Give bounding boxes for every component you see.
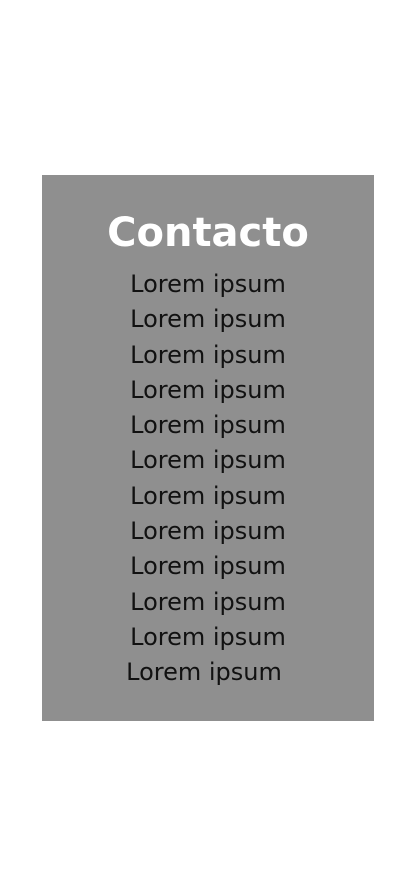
- contact-line: Lorem ipsum: [130, 375, 286, 404]
- contact-card: Contacto Lorem ipsum Lorem ipsum Lorem i…: [42, 175, 374, 721]
- contact-line: Lorem ipsum: [130, 552, 286, 581]
- contact-line: Lorem ipsum: [130, 340, 286, 369]
- contact-line: Lorem ipsum: [130, 622, 286, 651]
- contact-line: Lorem ipsum: [130, 481, 286, 510]
- contact-line: Lorem ipsum: [130, 305, 286, 334]
- contact-title: Contacto: [107, 210, 309, 256]
- contact-line: Lorem ipsum: [130, 446, 286, 475]
- contact-line: Lorem ipsum: [130, 270, 286, 298]
- contact-line: Lorem ipsum: [130, 411, 286, 440]
- contact-lines: Lorem ipsum Lorem ipsum Lorem ipsum Lore…: [42, 267, 374, 691]
- contact-line: Lorem ipsum: [126, 658, 282, 687]
- contact-line: Lorem ipsum: [130, 587, 286, 616]
- contact-line: Lorem ipsum: [130, 517, 286, 546]
